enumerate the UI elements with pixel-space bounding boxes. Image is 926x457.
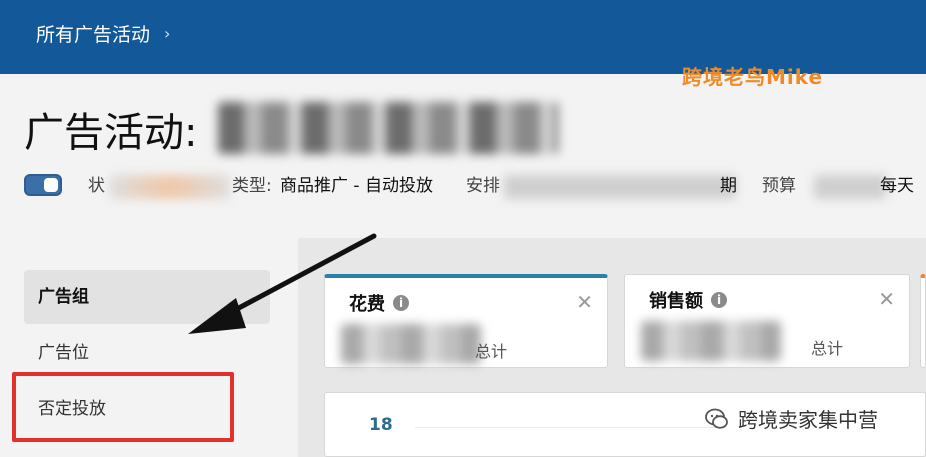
schedule-value-redacted <box>504 175 736 199</box>
info-icon[interactable]: i <box>711 292 727 308</box>
campaign-toggle[interactable] <box>24 174 62 196</box>
chevron-right-icon: › <box>164 24 171 43</box>
metric-card-title: 销售额 i <box>649 287 727 313</box>
metric-card-sales[interactable]: 销售额 i ✕ 总计 <box>624 274 910 368</box>
metric-card-partial[interactable] <box>920 274 926 368</box>
breadcrumb-all-campaigns[interactable]: 所有广告活动 <box>36 20 150 47</box>
budget-suffix: 每天 <box>880 176 914 196</box>
type-value: 商品推广 - 自动投放 <box>280 176 433 196</box>
page-title: 广告活动: <box>24 100 197 158</box>
info-icon[interactable]: i <box>393 295 409 311</box>
metric-value-redacted <box>641 321 781 361</box>
metric-total-label: 总计 <box>475 342 508 361</box>
arrow-annotation-icon <box>188 233 377 334</box>
metric-title-text: 销售额 <box>649 291 703 312</box>
budget-label: 预算 <box>762 176 796 196</box>
metric-total-label: 总计 <box>811 339 844 358</box>
campaign-status-row: 状 类型: 商品推广 - 自动投放 安排 期 预算 每天 <box>24 172 926 200</box>
status-value-redacted <box>110 175 230 199</box>
type-label: 类型: <box>232 176 272 196</box>
close-icon[interactable]: ✕ <box>576 290 593 314</box>
close-icon[interactable]: ✕ <box>878 287 895 311</box>
status-label: 状 <box>88 176 105 196</box>
watermark-text: 跨境老鸟Mike <box>682 65 824 89</box>
watermark-bottom-text: 跨境卖家集中营 <box>738 408 878 432</box>
watermark-wechat: 跨境卖家集中营 <box>704 404 878 433</box>
budget-value-redacted <box>814 175 886 199</box>
schedule-suffix: 期 <box>720 176 737 196</box>
campaign-name-redacted <box>218 102 558 154</box>
y-axis-tick: 18 <box>369 415 393 435</box>
grid-line <box>415 427 725 428</box>
wechat-icon <box>705 408 728 429</box>
breadcrumb[interactable]: 所有广告活动 › <box>36 20 170 47</box>
page-title-prefix: 广告活动: <box>24 110 198 156</box>
highlight-box <box>12 372 234 442</box>
schedule-label: 安排 <box>466 176 500 196</box>
